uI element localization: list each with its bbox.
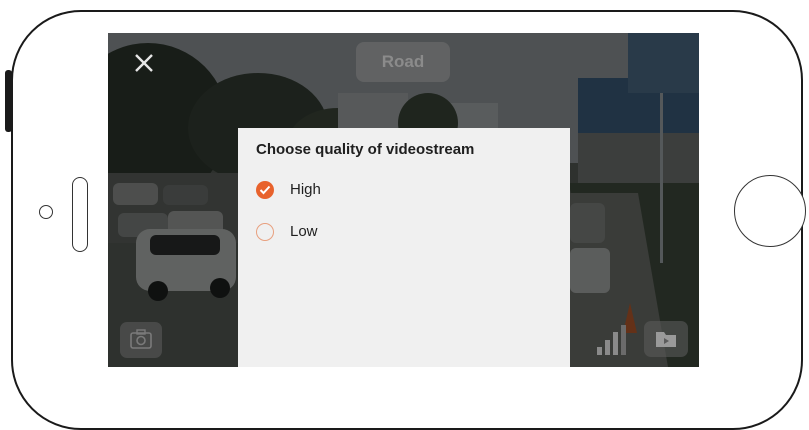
home-button[interactable] (734, 175, 806, 247)
mode-label: Road (381, 52, 425, 71)
dialog-title: Choose quality of videostream (256, 141, 475, 158)
radio-unchecked-icon[interactable] (256, 223, 274, 241)
mode-selector-pill[interactable]: Road (356, 42, 450, 82)
option-label: Low (290, 223, 318, 240)
signal-icon (597, 325, 626, 355)
front-camera-dot (39, 205, 53, 219)
video-screen: Road Choose quality of videostream High … (108, 33, 699, 367)
close-icon (135, 54, 153, 72)
close-button[interactable] (130, 49, 158, 77)
recordings-button[interactable] (644, 321, 688, 357)
side-volume-button (5, 70, 12, 132)
folder-icon (656, 332, 676, 347)
option-low[interactable]: Low (254, 218, 504, 246)
speaker-slot (72, 177, 88, 252)
camera-icon (130, 329, 152, 349)
quality-dialog: Choose quality of videostream High Low (238, 128, 570, 367)
option-label: High (290, 181, 321, 198)
radio-checked-icon[interactable] (256, 181, 274, 199)
snapshot-button[interactable] (120, 322, 162, 358)
option-high[interactable]: High (254, 176, 504, 204)
